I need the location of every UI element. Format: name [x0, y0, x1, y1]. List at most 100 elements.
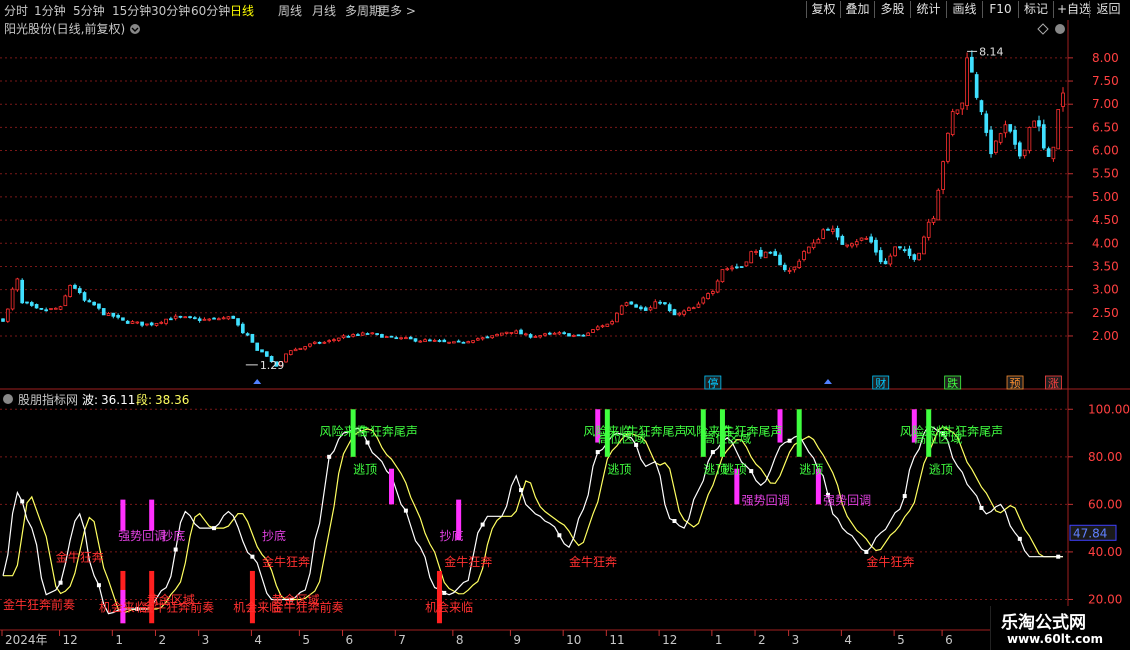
toolbar-button[interactable]: 画线 — [946, 1, 982, 18]
candle-body — [106, 313, 111, 316]
chevron-down-icon[interactable] — [130, 24, 140, 34]
period-tab[interactable]: 5分钟 — [73, 2, 105, 19]
signal-bar — [389, 468, 395, 505]
candle-body — [1008, 124, 1013, 132]
wave-dot — [365, 440, 370, 445]
candle-body — [490, 335, 495, 339]
candle-body — [399, 337, 403, 340]
candle-body — [864, 237, 869, 240]
signal-label: 黄金区域 — [147, 592, 195, 607]
candle-body — [552, 332, 557, 335]
candle-body — [619, 305, 624, 315]
candle-body — [826, 228, 830, 231]
chevron-down-icon[interactable] — [1055, 24, 1065, 34]
candle-body — [437, 340, 442, 342]
period-tab[interactable]: 日线 — [230, 2, 254, 19]
candle-body — [1027, 127, 1032, 152]
candle-body — [730, 267, 734, 270]
candle-body — [538, 335, 543, 338]
period-tab[interactable]: 周线 — [278, 2, 302, 19]
period-tab[interactable]: 60分钟 — [191, 2, 230, 19]
signal-bar — [436, 570, 442, 624]
candle-body — [591, 329, 595, 333]
candle-body — [25, 301, 29, 304]
toolbar-button[interactable]: F10 — [982, 1, 1018, 18]
candle-body — [365, 333, 370, 335]
candle-body — [605, 323, 610, 327]
candle-body — [667, 304, 672, 312]
candle-body — [20, 279, 25, 304]
price-tick-label: 4.00 — [1092, 236, 1119, 250]
candle-body — [322, 341, 327, 344]
period-toolbar: 分时 1分钟 5分钟 15分钟 30分钟 60分钟 日线 周线 月线 多周期 更多 > 复权 叠加 多股统… — [0, 0, 1130, 21]
price-tick-label: 6.00 — [1092, 144, 1119, 158]
period-tab[interactable]: 1分钟 — [34, 2, 66, 19]
price-tick-label: 8.00 — [1092, 51, 1119, 65]
price-tick-label: 7.00 — [1092, 97, 1119, 111]
price-tick-label: 3.50 — [1092, 259, 1119, 273]
signal-label: 强势回调 — [742, 493, 790, 507]
time-tick-label: 1 — [115, 633, 123, 647]
signal-label: 牛狂奔尾声 — [943, 423, 1003, 438]
candle-body — [202, 318, 207, 321]
time-tick-label: 2 — [158, 633, 166, 647]
candle-body — [845, 244, 849, 247]
wave-dot — [519, 488, 524, 493]
period-tab[interactable]: 多周期 — [345, 2, 381, 19]
candle-body — [907, 248, 912, 256]
candle-body — [255, 342, 260, 351]
candle-body — [308, 343, 312, 347]
candle-body — [946, 132, 950, 162]
toolbar-button[interactable]: 复权 — [806, 1, 840, 18]
candle-body — [994, 140, 998, 154]
candle-body — [327, 340, 331, 343]
signal-label: 抄底 — [161, 528, 185, 543]
price-tick-label: 5.00 — [1092, 190, 1119, 204]
candle-body — [92, 301, 96, 306]
event-marker: 预 — [1010, 377, 1021, 390]
chevron-down-icon[interactable] — [3, 394, 13, 404]
candle-body — [34, 304, 39, 309]
candle-body — [125, 320, 130, 324]
toolbar-button[interactable]: 标记 — [1018, 1, 1053, 18]
candle-body — [715, 280, 720, 293]
time-tick-label: 2 — [758, 633, 766, 647]
candle-body — [101, 308, 106, 316]
indicator-tick-label: 80.00 — [1088, 450, 1122, 464]
toolbar-button[interactable]: 叠加 — [840, 1, 874, 18]
period-tab[interactable]: 分时 — [4, 2, 28, 19]
signal-label: 抄底 — [439, 528, 463, 543]
period-tab[interactable]: 月线 — [312, 2, 336, 19]
candle-body — [998, 133, 1003, 143]
signal-label: 逃顶 — [353, 462, 377, 476]
wave-dot — [595, 450, 600, 455]
toolbar-button[interactable]: 多股 — [874, 1, 910, 18]
candle-body — [1, 318, 5, 322]
candle-body — [739, 266, 744, 268]
toolbar-button[interactable]: 统计 — [910, 1, 946, 18]
candle-body — [658, 301, 662, 304]
candle-body — [173, 315, 178, 319]
candle-body — [869, 236, 873, 243]
candle-body — [408, 336, 413, 340]
candle-body — [188, 316, 192, 319]
signal-bar — [120, 499, 126, 531]
candle-body — [543, 333, 547, 336]
toolbar-button[interactable]: 返回 — [1089, 1, 1127, 18]
signal-label: 逃顶 — [799, 462, 823, 476]
candle-body — [898, 246, 902, 249]
wave-dot — [749, 469, 754, 474]
candle-body — [178, 315, 183, 318]
candle-body — [476, 338, 480, 341]
candle-body — [581, 334, 586, 337]
toolbar-button[interactable]: +自选 — [1053, 1, 1091, 18]
period-tab[interactable]: 15分钟 — [112, 2, 151, 19]
stock-chart[interactable]: 2.00 2.50 3.00 3.50 4.00 4.50 5.00 5.50 6.00 6.50… — [0, 20, 1130, 650]
time-tick-label: 3 — [792, 633, 800, 647]
signal-label: 抄底 — [262, 528, 286, 543]
period-tab[interactable]: 更多 > — [378, 2, 416, 19]
candle-body — [600, 325, 605, 328]
wave-dot — [672, 519, 677, 524]
period-tab[interactable]: 30分钟 — [151, 2, 190, 19]
candle-body — [53, 307, 58, 310]
